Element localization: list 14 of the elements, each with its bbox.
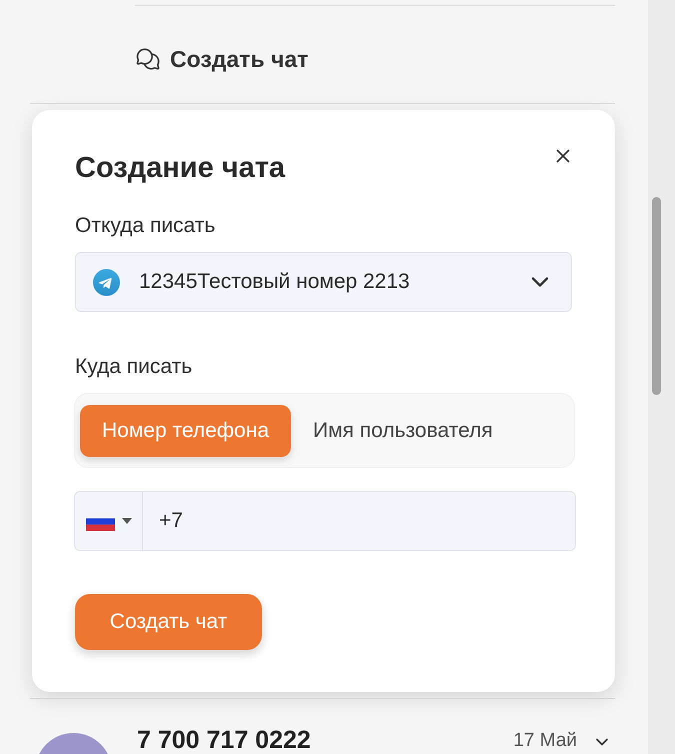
- dialog-title: Создание чата: [75, 151, 286, 185]
- sender-select[interactable]: 12345Тестовый номер 2213: [75, 252, 572, 312]
- create-chat-button[interactable]: Создать чат: [135, 44, 308, 74]
- field-label: Откуда писать: [75, 213, 216, 239]
- chat-date: 17 Май: [513, 729, 577, 753]
- paper-plane-icon: [93, 268, 120, 296]
- field-label: Куда писать: [75, 354, 192, 380]
- scrollbar-thumb[interactable]: [652, 197, 661, 395]
- tab[interactable]: Имя пользователя: [291, 404, 515, 456]
- country-select[interactable]: [74, 491, 143, 551]
- contact-name: 7 700 717 0222: [137, 727, 311, 753]
- phone-input[interactable]: +7: [143, 491, 576, 551]
- chat-bubbles-icon: [135, 46, 161, 72]
- caret-icon: [122, 518, 132, 524]
